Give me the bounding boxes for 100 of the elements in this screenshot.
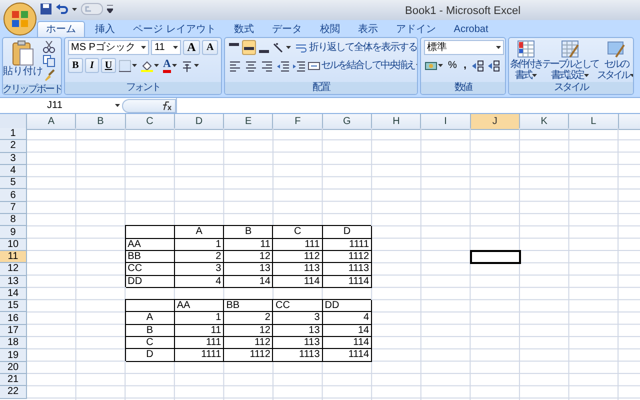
caret-icon[interactable] — [286, 46, 291, 49]
caret-icon[interactable] — [172, 64, 177, 67]
merge-center-button[interactable]: セルを結合して中央揃え — [308, 58, 417, 73]
ribbon-tab[interactable]: ホーム — [37, 21, 85, 37]
ribbon-tab[interactable]: Acrobat — [446, 21, 496, 37]
row-header[interactable]: 2 — [0, 140, 27, 153]
row-header[interactable]: 10 — [0, 238, 27, 251]
column-header[interactable]: F — [273, 114, 323, 130]
currency-icon[interactable] — [425, 60, 437, 72]
table-highlight-icon[interactable] — [516, 39, 536, 59]
increase-indent-icon[interactable] — [293, 60, 305, 72]
row-header[interactable]: 14 — [0, 288, 27, 300]
middle-align-icon[interactable] — [242, 40, 256, 55]
caret-icon[interactable] — [115, 104, 120, 107]
column-header[interactable]: L — [569, 114, 619, 130]
ribbon-tab[interactable]: ページ レイアウト — [125, 21, 224, 37]
ribbon-tab[interactable]: 挿入 — [87, 21, 123, 37]
number-format-dropdown[interactable]: 標準 — [424, 40, 504, 55]
caret-icon[interactable] — [532, 74, 537, 77]
decrease-indent-icon[interactable] — [277, 60, 289, 72]
decrease-decimal-icon[interactable] — [488, 60, 500, 72]
row-header[interactable]: 19 — [0, 349, 27, 362]
ribbon-tab[interactable]: 校閲 — [312, 21, 348, 37]
name-box[interactable]: J11 — [0, 98, 122, 113]
column-header[interactable]: E — [224, 114, 274, 130]
row-header[interactable]: 8 — [0, 214, 27, 226]
orientation-icon[interactable] — [273, 42, 285, 54]
undo-icon[interactable] — [56, 3, 68, 15]
row-header[interactable]: 17 — [0, 324, 27, 338]
caret-icon[interactable] — [132, 64, 137, 67]
row-header[interactable]: 22 — [0, 386, 27, 399]
customize-caret-icon[interactable] — [107, 5, 113, 13]
caret-icon[interactable] — [194, 64, 199, 67]
style-button[interactable]: セルの スタイル — [598, 39, 633, 81]
caret-icon[interactable] — [172, 46, 178, 49]
caret-icon[interactable] — [154, 64, 159, 67]
style-button[interactable]: 条件付き 書式 — [510, 39, 542, 81]
column-header[interactable]: B — [76, 114, 126, 130]
align-right-icon[interactable] — [261, 60, 273, 72]
active-cell[interactable] — [470, 250, 520, 264]
align-left-icon[interactable] — [229, 60, 241, 72]
increase-decimal-icon[interactable] — [472, 60, 484, 72]
row-header[interactable]: 18 — [0, 337, 27, 350]
caret-icon[interactable] — [141, 46, 146, 49]
caret-icon[interactable] — [496, 46, 501, 49]
row-header[interactable]: 11 — [0, 250, 27, 264]
font-name-dropdown[interactable]: MS Pゴシック — [68, 40, 150, 55]
wrap-icon[interactable] — [295, 42, 307, 54]
save-icon[interactable] — [40, 3, 52, 15]
row-header[interactable]: 9 — [0, 226, 27, 239]
ribbon-tab[interactable]: 表示 — [350, 21, 386, 37]
column-header[interactable]: A — [27, 114, 76, 130]
caret-icon[interactable] — [438, 64, 443, 67]
row-header[interactable]: 21 — [0, 374, 27, 386]
row-header[interactable]: 13 — [0, 276, 27, 288]
brush-icon[interactable] — [43, 69, 55, 81]
column-header[interactable]: I — [421, 114, 471, 130]
underline-button[interactable]: U — [101, 58, 116, 73]
style-button[interactable]: テーブルとして 書式設定 — [543, 39, 597, 81]
row-header[interactable]: 5 — [0, 177, 27, 190]
row-header[interactable]: 15 — [0, 300, 27, 312]
table-brush-icon[interactable] — [560, 39, 580, 59]
clipboard-icon[interactable] — [12, 40, 34, 66]
row-header[interactable]: 12 — [0, 263, 27, 276]
row-header[interactable]: 7 — [0, 202, 27, 214]
font-color-button[interactable]: A — [162, 58, 178, 73]
ribbon-tab[interactable]: アドイン — [388, 21, 444, 37]
border-icon[interactable] — [119, 60, 131, 72]
cell-brush-icon[interactable] — [606, 39, 626, 59]
percent-button[interactable]: % — [446, 58, 459, 73]
bold-button[interactable]: B — [68, 58, 83, 73]
italic-button[interactable]: I — [85, 58, 99, 73]
align-center-icon[interactable] — [245, 60, 257, 72]
row-header[interactable]: 4 — [0, 164, 27, 178]
ribbon-tab[interactable]: 数式 — [226, 21, 262, 37]
caret-icon[interactable] — [72, 8, 77, 10]
row-header[interactable]: 1 — [0, 128, 27, 140]
column-header[interactable]: D — [174, 114, 224, 130]
scissors-icon[interactable] — [43, 41, 55, 53]
row-header[interactable]: 20 — [0, 362, 27, 374]
comma-button[interactable]: , — [461, 58, 469, 73]
caret-icon[interactable] — [584, 74, 589, 77]
ribbon-tab[interactable]: データ — [264, 21, 310, 37]
row-header[interactable]: 16 — [0, 312, 27, 325]
column-header[interactable]: J — [470, 114, 520, 130]
column-header[interactable]: H — [372, 114, 422, 130]
copy-icon[interactable] — [43, 55, 55, 67]
fill-color-icon[interactable] — [141, 60, 153, 72]
font-size-dropdown[interactable]: 11 — [151, 40, 181, 55]
paste-button[interactable]: 貼り付け — [5, 40, 41, 84]
column-header[interactable]: C — [126, 114, 175, 130]
merge-icon[interactable] — [308, 60, 320, 72]
grow-font-button[interactable]: A — [182, 40, 200, 55]
shrink-font-button[interactable]: A — [202, 40, 218, 55]
phonetic-guide-icon[interactable] — [180, 60, 193, 72]
row-header[interactable]: 3 — [0, 152, 27, 165]
column-header[interactable]: K — [520, 114, 570, 130]
column-header[interactable]: G — [322, 114, 372, 130]
row-header[interactable]: 6 — [0, 189, 27, 202]
wrap-text-button[interactable]: 折り返して全体を表示する — [294, 40, 417, 55]
